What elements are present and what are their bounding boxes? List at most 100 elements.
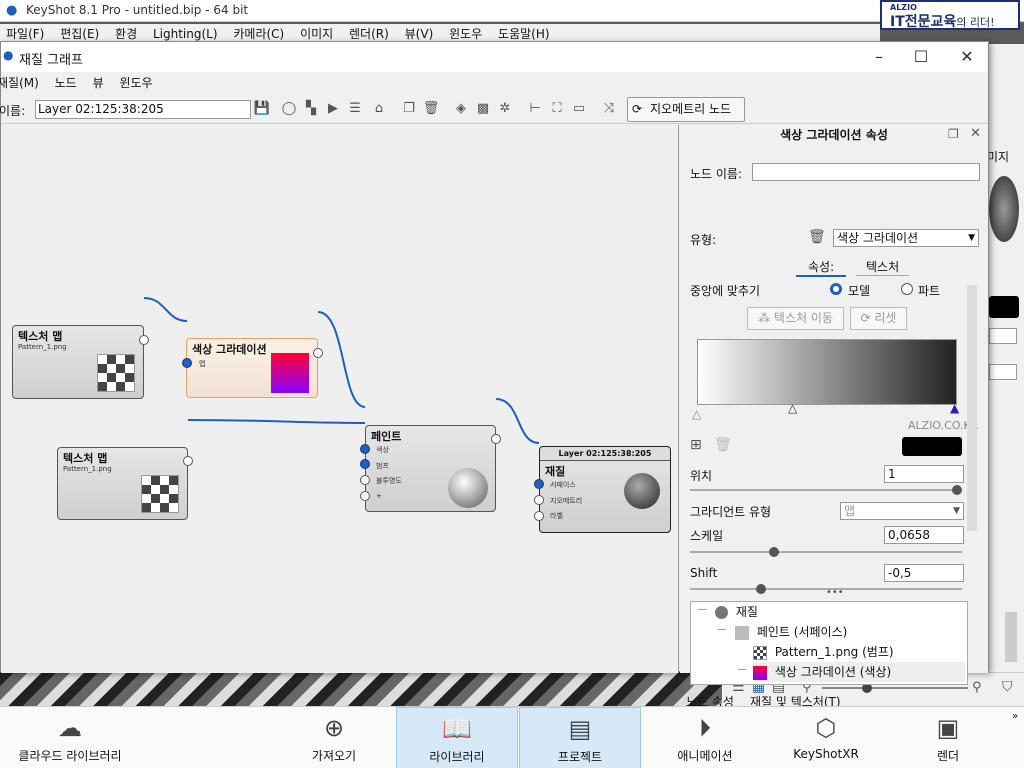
- stop-color-swatch[interactable]: [902, 437, 962, 456]
- window-title-bar: ● 재질 그래프 – ☐ ✕: [1, 42, 988, 72]
- dock-project[interactable]: ▤ 프로젝트: [519, 707, 641, 768]
- menu-node[interactable]: 노드: [55, 72, 77, 94]
- position-label: 위치: [690, 469, 713, 483]
- radio-part[interactable]: [901, 283, 913, 295]
- output-port[interactable]: [183, 456, 193, 466]
- collapse-icon[interactable]: —: [697, 604, 707, 615]
- float-icon[interactable]: ❐: [948, 127, 959, 141]
- gradient-type-select[interactable]: 맵 ▼: [840, 502, 964, 520]
- refresh-icon: ⟳: [632, 102, 643, 116]
- utility-icon[interactable]: ✲: [495, 99, 515, 119]
- splitter-handle[interactable]: •••: [826, 587, 844, 598]
- menu-material[interactable]: 재질(M): [0, 72, 39, 94]
- trash-icon[interactable]: 🗑: [808, 229, 826, 245]
- collapse-icon[interactable]: —: [717, 624, 727, 635]
- dock-import[interactable]: ⊕ 가져오기: [294, 707, 374, 768]
- shift-knob[interactable]: [755, 584, 766, 594]
- tree-item-material[interactable]: 재질: [715, 602, 758, 622]
- zoom-in-icon[interactable]: ⚲: [972, 680, 982, 695]
- type-label: 유형:: [690, 233, 717, 247]
- input-port[interactable]: [360, 491, 370, 501]
- input-port[interactable]: [360, 444, 370, 454]
- gradient-stop-end[interactable]: ▲: [950, 401, 959, 415]
- bg-input-1[interactable]: [989, 328, 1017, 344]
- sphere-icon[interactable]: ◯: [279, 99, 299, 119]
- label-icon[interactable]: ⌂: [369, 99, 389, 119]
- checker-icon[interactable]: ▚: [301, 99, 321, 119]
- type-value: 색상 그라데이션: [837, 231, 919, 245]
- input-port[interactable]: [182, 358, 192, 368]
- delete-icon[interactable]: 🗑: [421, 99, 441, 119]
- input-port[interactable]: [360, 459, 370, 469]
- type-select[interactable]: 색상 그라데이션 ▼: [833, 229, 979, 247]
- reset-button[interactable]: ⟳ 리셋: [850, 307, 907, 330]
- node-material[interactable]: Layer 02:125:38:205 재질 서페이스 지오메트리 라벨: [539, 446, 671, 533]
- save-icon[interactable]: 💾: [252, 99, 272, 119]
- position-input[interactable]: 1: [884, 465, 964, 483]
- tab-texture[interactable]: 텍스처: [856, 258, 910, 276]
- texture-icon[interactable]: ▩: [473, 99, 493, 119]
- gradient-midpoint[interactable]: △: [788, 401, 797, 415]
- tree-item-gradient[interactable]: 색상 그라데이션 (색상): [753, 662, 965, 682]
- minimize-button[interactable]: –: [867, 46, 891, 68]
- input-port[interactable]: [360, 475, 370, 485]
- panel-close-icon[interactable]: ✕: [970, 126, 981, 141]
- geometry-node-button[interactable]: ⟳ 지오메트리 노드: [627, 97, 745, 122]
- dock-cloud-library[interactable]: ☁ 클라우드 라이브러리: [6, 707, 134, 768]
- output-port[interactable]: [313, 348, 323, 358]
- bg-image-label: 미지: [987, 150, 1010, 164]
- node-name-input[interactable]: [752, 163, 980, 181]
- graph-canvas[interactable]: 텍스처 맵 Pattern_1.png 색상 그라데이션 맵 텍스처 맵 Pat…: [1, 125, 679, 673]
- scale-input[interactable]: 0,0658: [884, 526, 964, 544]
- node-texture-map-1[interactable]: 텍스처 맵 Pattern_1.png: [12, 325, 144, 399]
- dock-animation[interactable]: ⏵ 애니메이션: [660, 707, 750, 768]
- node-paint[interactable]: 페인트 색상 범프 불투명도 +: [365, 425, 496, 512]
- input-port[interactable]: [534, 511, 544, 521]
- fit-view-icon[interactable]: ⛶: [547, 99, 567, 119]
- tree-item-paint[interactable]: 페인트 (서페이스): [735, 622, 847, 642]
- material-icon[interactable]: ◈: [451, 99, 471, 119]
- bg-input-2[interactable]: [989, 364, 1017, 380]
- menu-view[interactable]: 뷰: [93, 72, 104, 94]
- input-port[interactable]: [534, 495, 544, 505]
- add-stop-icon[interactable]: ⊞: [690, 437, 702, 453]
- gradient-preview[interactable]: [697, 339, 957, 405]
- position-knob[interactable]: [952, 485, 962, 495]
- dock-label: 라이브러리: [429, 750, 485, 764]
- duplicate-icon[interactable]: ❐: [399, 99, 419, 119]
- position-slider[interactable]: [690, 485, 962, 495]
- material-name-input[interactable]: Layer 02:125:38:205: [35, 100, 251, 119]
- maximize-button[interactable]: ☐: [909, 46, 933, 68]
- filter-icon[interactable]: ⛉: [1002, 679, 1013, 695]
- shift-input[interactable]: -0,5: [884, 564, 964, 582]
- bg-scrollbar[interactable]: [1005, 612, 1017, 662]
- zoom-100-icon[interactable]: ▭: [569, 99, 589, 119]
- panel-scrollbar[interactable]: [967, 285, 977, 531]
- radio-model[interactable]: [830, 283, 842, 295]
- tab-properties[interactable]: 속성:: [796, 258, 847, 277]
- input-port[interactable]: [534, 479, 544, 489]
- menu-window[interactable]: 윈도우: [119, 72, 152, 94]
- node-texture-map-2[interactable]: 텍스처 맵 Pattern_1.png: [57, 447, 188, 520]
- dock-library[interactable]: 📖 라이브러리: [396, 707, 518, 768]
- texture-move-button[interactable]: ⁂ 텍스처 이동: [747, 307, 844, 330]
- close-button[interactable]: ✕: [955, 46, 979, 68]
- output-port[interactable]: [491, 434, 501, 444]
- arrange-icon[interactable]: ⊢: [525, 99, 545, 119]
- delete-stop-icon[interactable]: 🗑: [714, 437, 732, 453]
- collapse-icon[interactable]: —: [737, 664, 747, 675]
- node-color-gradient[interactable]: 색상 그라데이션 맵: [186, 338, 318, 398]
- dock-more-icon[interactable]: »: [1012, 711, 1018, 722]
- scale-knob[interactable]: [768, 547, 779, 557]
- play-icon[interactable]: ▶: [323, 99, 343, 119]
- scale-slider[interactable]: [690, 547, 962, 557]
- share-icon[interactable]: ⤨: [599, 99, 619, 119]
- dock-render[interactable]: ▣ 렌더: [916, 707, 980, 768]
- gradient-stop-start[interactable]: △: [692, 407, 701, 421]
- output-port[interactable]: [139, 335, 149, 345]
- bg-material-thumb: [989, 176, 1019, 242]
- tree-item-pattern[interactable]: Pattern_1.png (범프): [753, 642, 894, 662]
- thumb-size-slider[interactable]: [822, 683, 968, 693]
- sliders-icon[interactable]: ☰: [345, 99, 365, 119]
- dock-keyshotxr[interactable]: ⬡ KeyShotXR: [784, 707, 868, 768]
